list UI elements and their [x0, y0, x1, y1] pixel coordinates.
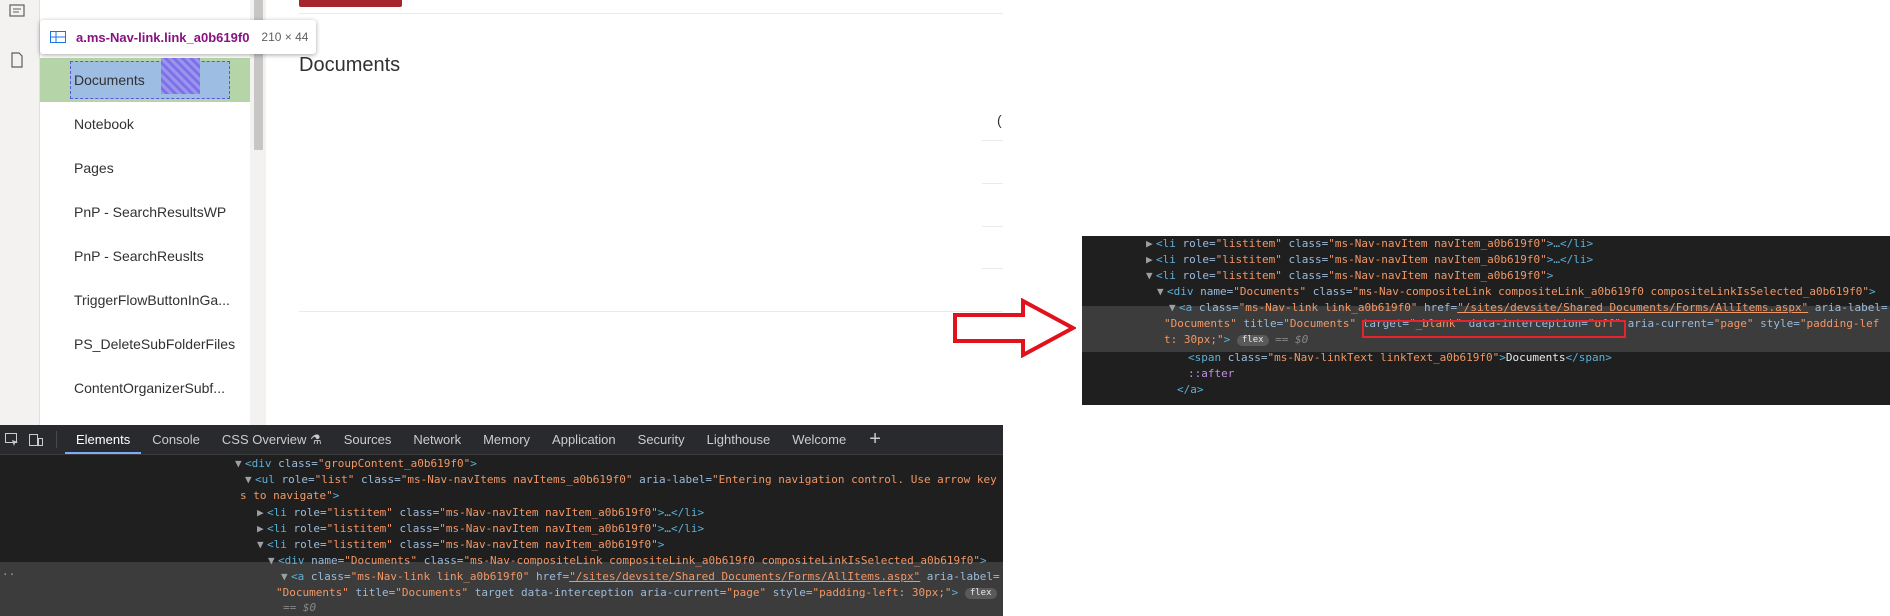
dom-node-li-2[interactable]: ▶ <li role="listitem" class="ms-Nav-navIt… [257, 521, 704, 537]
main-content: Documents ( [266, 0, 1003, 425]
nav-item-label: Documents [74, 72, 145, 88]
nav-item-pnp-searchresultswp[interactable]: PnP - SearchResultsWP [40, 190, 250, 234]
href-link[interactable]: "/sites/devsite/Shared Documents/Forms/A… [569, 570, 920, 583]
dom-node-a-link[interactable]: ▼ <a class="ms-Nav-link link_a0b619f0" hr… [1169, 300, 1888, 316]
dom-node-div-groupcontent[interactable]: ▼ <div class="groupContent_a0b619f0"> [235, 456, 477, 472]
collapsed-triangle-icon[interactable]: ▶ [1146, 236, 1156, 252]
dom-node-div-compositelink[interactable]: ▼ <div name="Documents" class="ms-Nav-com… [1157, 284, 1876, 300]
nav-item-label: Pages [74, 160, 114, 176]
device-toolbar-icon[interactable] [24, 425, 48, 454]
dom-node-a-link[interactable]: ▼ <a class="ms-Nav-link link_a0b619f0" hr… [281, 569, 1000, 585]
nav-item-notebook[interactable]: Notebook [40, 102, 250, 146]
toolbar-separator [56, 431, 57, 448]
tab-memory[interactable]: Memory [472, 425, 541, 454]
nav-item-pages[interactable]: Pages [40, 146, 250, 190]
href-link[interactable]: "/sites/devsite/Shared Documents/Forms/A… [1457, 301, 1808, 314]
inspect-tooltip: a.ms-Nav-link.link_a0b619f0 210 × 44 [40, 20, 316, 54]
nav-item-contentorganizer[interactable]: ContentOrganizerSubf... [40, 366, 250, 410]
divider [982, 183, 1003, 184]
gutter-dots: .. [2, 565, 16, 578]
tab-console[interactable]: Console [141, 425, 211, 454]
tooltip-dimensions: 210 × 44 [261, 30, 309, 44]
collapsed-triangle-icon[interactable]: ▶ [1146, 252, 1156, 268]
expanded-triangle-icon[interactable]: ▼ [1146, 268, 1156, 284]
devtools-panel: Elements Console CSS Overview ⚗ Sources … [0, 425, 1003, 616]
nav-item-pnp-searchreuslts[interactable]: PnP - SearchReuslts [40, 234, 250, 278]
red-arrow-icon [953, 298, 1076, 358]
nav-scrollbar[interactable] [250, 0, 266, 425]
partial-text: ( [997, 112, 1002, 128]
expanded-triangle-icon[interactable]: ▼ [235, 456, 245, 472]
sharepoint-left-rail [0, 0, 40, 425]
tab-lighthouse[interactable]: Lighthouse [696, 425, 782, 454]
nav-item-ps-deletesubfolderfiles[interactable]: PS_DeleteSubFolderFiles [40, 322, 250, 366]
expanded-triangle-icon[interactable]: ▼ [268, 553, 278, 569]
news-icon[interactable] [8, 2, 26, 20]
dom-node-li-1[interactable]: ▶ <li role="listitem" class="ms-Nav-navIt… [257, 505, 704, 521]
add-tab-button[interactable]: + [857, 425, 893, 454]
tab-elements[interactable]: Elements [65, 425, 142, 454]
tooltip-selector: a.ms-Nav-link.link_a0b619f0 [76, 29, 250, 45]
divider [982, 268, 1003, 269]
expanded-triangle-icon[interactable]: ▼ [245, 472, 255, 488]
nav-link-after-highlight [161, 58, 200, 94]
dom-node-after-pseudo[interactable]: ::after [1188, 366, 1234, 382]
dom-node-eq0: == $0 [283, 601, 317, 614]
site-navigation: Documents Notebook Pages PnP - SearchRes… [40, 0, 250, 425]
nav-item-documents[interactable]: Documents [40, 58, 250, 102]
red-button[interactable] [299, 0, 402, 7]
dom-node-a-link-wrap-2: t: 30px;"> flex == $0 [1164, 333, 1309, 346]
dom-node-li-3[interactable]: ▼ <li role="listitem" class="ms-Nav-navIt… [257, 537, 664, 553]
dom-node-ul-wrap: s to navigate"> [240, 489, 340, 502]
nav-item-triggerflowbutton[interactable]: TriggerFlowButtonInGa... [40, 278, 250, 322]
dom-node-li-1[interactable]: ▶ <li role="listitem" class="ms-Nav-navIt… [1146, 236, 1593, 252]
dom-node-a-link-wrap: "Documents" title="Documents" target dat… [276, 585, 997, 601]
dom-node-li-2[interactable]: ▶ <li role="listitem" class="ms-Nav-navIt… [1146, 252, 1593, 268]
divider [299, 13, 1003, 14]
divider [982, 226, 1003, 227]
red-highlight-box [1362, 320, 1626, 338]
dom-node-a-close[interactable]: </a> [1177, 382, 1204, 398]
divider [982, 140, 1003, 141]
nav-item-label: ContentOrganizerSubf... [74, 380, 225, 396]
divider [299, 311, 1003, 312]
expanded-triangle-icon[interactable]: ▼ [281, 569, 291, 585]
inspect-element-icon[interactable] [0, 425, 24, 454]
tab-css-overview[interactable]: CSS Overview ⚗ [211, 425, 333, 454]
expanded-triangle-icon[interactable]: ▼ [257, 537, 267, 553]
nav-item-label: PnP - SearchReuslts [74, 248, 204, 264]
eq0-marker: == $0 [1275, 333, 1309, 346]
nav-item-label: PnP - SearchResultsWP [74, 204, 227, 220]
tab-security[interactable]: Security [627, 425, 696, 454]
page-title: Documents [299, 54, 401, 76]
expanded-triangle-icon[interactable]: ▼ [1157, 284, 1167, 300]
flex-badge[interactable]: flex [1236, 334, 1269, 346]
tab-network[interactable]: Network [402, 425, 472, 454]
tab-application[interactable]: Application [541, 425, 627, 454]
nav-item-label: TriggerFlowButtonInGa... [74, 292, 230, 308]
flex-layout-icon [50, 31, 66, 43]
tab-sources[interactable]: Sources [333, 425, 403, 454]
dom-node-div-compositelink[interactable]: ▼ <div name="Documents" class="ms-Nav-com… [268, 553, 987, 569]
dom-node-span-linktext[interactable]: <span class="ms-Nav-linkText linkText_a0… [1188, 350, 1612, 366]
nav-item-label: PS_DeleteSubFolderFiles [74, 336, 236, 352]
dom-node-ul[interactable]: ▼ <ul role="list" class="ms-Nav-navItems … [245, 472, 997, 488]
collapsed-triangle-icon[interactable]: ▶ [257, 505, 267, 521]
browser-viewport: Documents Notebook Pages PnP - SearchRes… [0, 0, 1003, 616]
nav-item-label: Notebook [74, 116, 134, 132]
dom-node-li-3[interactable]: ▼ <li role="listitem" class="ms-Nav-navIt… [1146, 268, 1553, 284]
collapsed-triangle-icon[interactable]: ▶ [257, 521, 267, 537]
tab-welcome[interactable]: Welcome [781, 425, 857, 454]
devtools-tab-bar: Elements Console CSS Overview ⚗ Sources … [0, 425, 1003, 455]
page-icon[interactable] [8, 51, 26, 69]
expanded-triangle-icon[interactable]: ▼ [1169, 300, 1179, 316]
flex-badge[interactable]: flex [964, 587, 997, 599]
